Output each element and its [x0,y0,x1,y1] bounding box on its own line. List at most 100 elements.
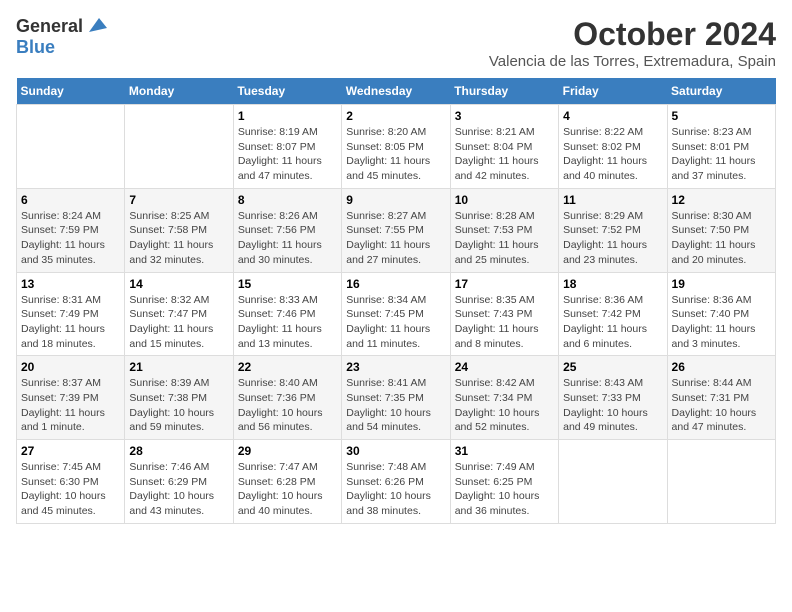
header-wednesday: Wednesday [342,78,450,105]
day-info: Sunrise: 8:33 AMSunset: 7:46 PMDaylight:… [238,293,337,352]
calendar-cell: 20 Sunrise: 8:37 AMSunset: 7:39 PMDayligh… [17,356,125,440]
day-info: Sunrise: 7:47 AMSunset: 6:28 PMDaylight:… [238,460,337,519]
calendar-cell: 24 Sunrise: 8:42 AMSunset: 7:34 PMDayligh… [450,356,558,440]
day-number: 14 [129,277,228,291]
day-number: 15 [238,277,337,291]
week-row-0: 1 Sunrise: 8:19 AMSunset: 8:07 PMDaylight… [17,105,776,189]
day-number: 21 [129,360,228,374]
calendar-cell: 3 Sunrise: 8:21 AMSunset: 8:04 PMDaylight… [450,105,558,189]
header-sunday: Sunday [17,78,125,105]
day-number: 11 [563,193,662,207]
week-row-1: 6 Sunrise: 8:24 AMSunset: 7:59 PMDaylight… [17,188,776,272]
day-info: Sunrise: 8:40 AMSunset: 7:36 PMDaylight:… [238,376,337,435]
day-info: Sunrise: 8:22 AMSunset: 8:02 PMDaylight:… [563,125,662,184]
day-number: 27 [21,444,120,458]
calendar-cell [125,105,233,189]
day-number: 18 [563,277,662,291]
day-number: 31 [455,444,554,458]
calendar-cell: 6 Sunrise: 8:24 AMSunset: 7:59 PMDaylight… [17,188,125,272]
day-info: Sunrise: 8:36 AMSunset: 7:42 PMDaylight:… [563,293,662,352]
calendar-cell: 18 Sunrise: 8:36 AMSunset: 7:42 PMDayligh… [559,272,667,356]
day-number: 8 [238,193,337,207]
header-row: SundayMondayTuesdayWednesdayThursdayFrid… [17,78,776,105]
day-number: 1 [238,109,337,123]
day-number: 4 [563,109,662,123]
day-info: Sunrise: 8:29 AMSunset: 7:52 PMDaylight:… [563,209,662,268]
day-number: 30 [346,444,445,458]
day-info: Sunrise: 8:43 AMSunset: 7:33 PMDaylight:… [563,376,662,435]
day-info: Sunrise: 8:31 AMSunset: 7:49 PMDaylight:… [21,293,120,352]
day-info: Sunrise: 8:28 AMSunset: 7:53 PMDaylight:… [455,209,554,268]
header-thursday: Thursday [450,78,558,105]
header: General Blue October 2024 Valencia de la… [16,16,776,70]
day-info: Sunrise: 8:36 AMSunset: 7:40 PMDaylight:… [672,293,771,352]
day-info: Sunrise: 7:48 AMSunset: 6:26 PMDaylight:… [346,460,445,519]
header-friday: Friday [559,78,667,105]
day-info: Sunrise: 8:21 AMSunset: 8:04 PMDaylight:… [455,125,554,184]
calendar-cell: 21 Sunrise: 8:39 AMSunset: 7:38 PMDayligh… [125,356,233,440]
day-info: Sunrise: 8:26 AMSunset: 7:56 PMDaylight:… [238,209,337,268]
day-number: 23 [346,360,445,374]
day-number: 24 [455,360,554,374]
day-number: 6 [21,193,120,207]
week-row-3: 20 Sunrise: 8:37 AMSunset: 7:39 PMDayligh… [17,356,776,440]
calendar-cell: 5Sunrise: 8:23 AMSunset: 8:01 PMDaylight… [667,105,775,189]
location-title: Valencia de las Torres, Extremadura, Spa… [489,53,776,70]
day-number: 26 [672,360,771,374]
header-monday: Monday [125,78,233,105]
calendar-cell: 7 Sunrise: 8:25 AMSunset: 7:58 PMDaylight… [125,188,233,272]
calendar-cell: 4 Sunrise: 8:22 AMSunset: 8:02 PMDaylight… [559,105,667,189]
day-info: Sunrise: 8:25 AMSunset: 7:58 PMDaylight:… [129,209,228,268]
calendar-cell [17,105,125,189]
day-number: 2 [346,109,445,123]
calendar-cell: 28 Sunrise: 7:46 AMSunset: 6:29 PMDayligh… [125,440,233,524]
day-number: 12 [672,193,771,207]
calendar-cell: 2Sunrise: 8:20 AMSunset: 8:05 PMDaylight… [342,105,450,189]
day-number: 13 [21,277,120,291]
logo-icon [85,14,107,36]
day-number: 7 [129,193,228,207]
calendar-cell: 11 Sunrise: 8:29 AMSunset: 7:52 PMDayligh… [559,188,667,272]
calendar-cell: 15 Sunrise: 8:33 AMSunset: 7:46 PMDayligh… [233,272,341,356]
calendar-cell: 22Sunrise: 8:40 AMSunset: 7:36 PMDayligh… [233,356,341,440]
calendar-cell: 26Sunrise: 8:44 AMSunset: 7:31 PMDayligh… [667,356,775,440]
day-number: 19 [672,277,771,291]
day-info: Sunrise: 8:32 AMSunset: 7:47 PMDaylight:… [129,293,228,352]
calendar-cell: 10 Sunrise: 8:28 AMSunset: 7:53 PMDayligh… [450,188,558,272]
day-info: Sunrise: 7:45 AMSunset: 6:30 PMDaylight:… [21,460,120,519]
week-row-2: 13 Sunrise: 8:31 AMSunset: 7:49 PMDayligh… [17,272,776,356]
day-info: Sunrise: 7:49 AMSunset: 6:25 PMDaylight:… [455,460,554,519]
day-number: 10 [455,193,554,207]
calendar-cell: 27 Sunrise: 7:45 AMSunset: 6:30 PMDayligh… [17,440,125,524]
month-title: October 2024 [489,16,776,53]
day-info: Sunrise: 8:39 AMSunset: 7:38 PMDaylight:… [129,376,228,435]
title-area: October 2024 Valencia de las Torres, Ext… [489,16,776,70]
day-number: 29 [238,444,337,458]
day-info: Sunrise: 8:24 AMSunset: 7:59 PMDaylight:… [21,209,120,268]
calendar-cell: 8 Sunrise: 8:26 AMSunset: 7:56 PMDaylight… [233,188,341,272]
day-info: Sunrise: 8:41 AMSunset: 7:35 PMDaylight:… [346,376,445,435]
header-saturday: Saturday [667,78,775,105]
calendar-cell: 9Sunrise: 8:27 AMSunset: 7:55 PMDaylight… [342,188,450,272]
day-info: Sunrise: 8:42 AMSunset: 7:34 PMDaylight:… [455,376,554,435]
logo: General Blue [16,16,107,58]
calendar-cell [667,440,775,524]
day-number: 28 [129,444,228,458]
calendar-cell: 1 Sunrise: 8:19 AMSunset: 8:07 PMDaylight… [233,105,341,189]
calendar-cell: 14 Sunrise: 8:32 AMSunset: 7:47 PMDayligh… [125,272,233,356]
day-info: Sunrise: 8:37 AMSunset: 7:39 PMDaylight:… [21,376,120,435]
header-tuesday: Tuesday [233,78,341,105]
day-info: Sunrise: 8:27 AMSunset: 7:55 PMDaylight:… [346,209,445,268]
day-info: Sunrise: 8:19 AMSunset: 8:07 PMDaylight:… [238,125,337,184]
day-number: 3 [455,109,554,123]
calendar-cell: 17Sunrise: 8:35 AMSunset: 7:43 PMDayligh… [450,272,558,356]
day-number: 16 [346,277,445,291]
calendar-cell: 16Sunrise: 8:34 AMSunset: 7:45 PMDayligh… [342,272,450,356]
day-info: Sunrise: 8:23 AMSunset: 8:01 PMDaylight:… [672,125,771,184]
day-number: 20 [21,360,120,374]
calendar-table: SundayMondayTuesdayWednesdayThursdayFrid… [16,78,776,524]
day-info: Sunrise: 8:30 AMSunset: 7:50 PMDaylight:… [672,209,771,268]
day-number: 25 [563,360,662,374]
day-info: Sunrise: 7:46 AMSunset: 6:29 PMDaylight:… [129,460,228,519]
calendar-cell: 23 Sunrise: 8:41 AMSunset: 7:35 PMDayligh… [342,356,450,440]
